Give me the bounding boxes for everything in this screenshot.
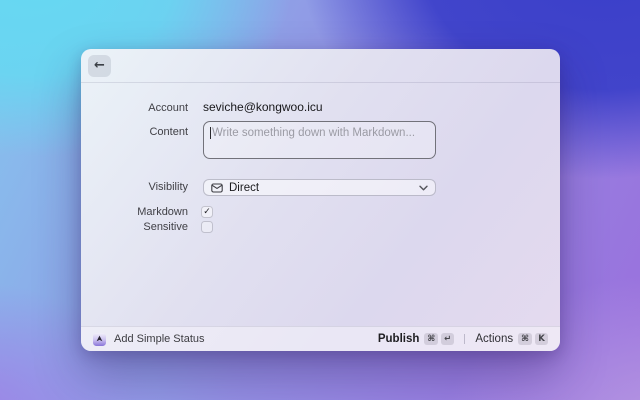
envelope-icon (211, 182, 223, 193)
visibility-value: Direct (229, 181, 260, 194)
command-key-icon: ⌘ (424, 333, 439, 345)
shortcut-divider (464, 334, 466, 344)
return-key-icon: ↵ (441, 333, 455, 345)
toolbar-right: Publish ⌘ ↵ Actions ⌘ K (378, 333, 548, 345)
back-arrow-icon: ← (94, 58, 105, 73)
content-textarea-wrap (203, 121, 436, 159)
k-key-icon: K (535, 333, 548, 345)
text-caret (210, 127, 211, 139)
desktop-background: ← Account seviche@kongwoo.icu Content Vi… (0, 0, 640, 400)
visibility-label: Visibility (148, 181, 188, 193)
back-button[interactable]: ← (88, 55, 111, 77)
compose-window: ← Account seviche@kongwoo.icu Content Vi… (81, 49, 560, 351)
add-simple-status-label: Add Simple Status (114, 333, 205, 345)
actions-button[interactable]: Actions ⌘ K (475, 333, 548, 345)
account-label: Account (148, 102, 188, 114)
account-value: seviche@kongwoo.icu (203, 100, 323, 114)
bottom-toolbar: Add Simple Status Publish ⌘ ↵ Actions ⌘ … (81, 326, 560, 351)
publish-button[interactable]: Publish ⌘ ↵ (378, 333, 455, 345)
window-header: ← (81, 49, 560, 83)
toolbar-left: Add Simple Status (93, 332, 205, 346)
check-icon: ✓ (203, 206, 211, 217)
sensitive-checkbox[interactable] (201, 221, 213, 233)
markdown-checkbox[interactable]: ✓ (201, 206, 213, 218)
publish-label: Publish (377, 333, 420, 345)
markdown-label: Markdown (137, 206, 188, 218)
visibility-select[interactable]: Direct (203, 179, 436, 196)
chevron-down-icon (419, 185, 428, 191)
sensitive-label: Sensitive (143, 221, 188, 233)
actions-label: Actions (475, 333, 514, 345)
command-key-icon: ⌘ (518, 333, 532, 345)
content-textarea[interactable] (203, 121, 436, 159)
content-label: Content (149, 126, 188, 138)
app-icon (93, 332, 106, 346)
